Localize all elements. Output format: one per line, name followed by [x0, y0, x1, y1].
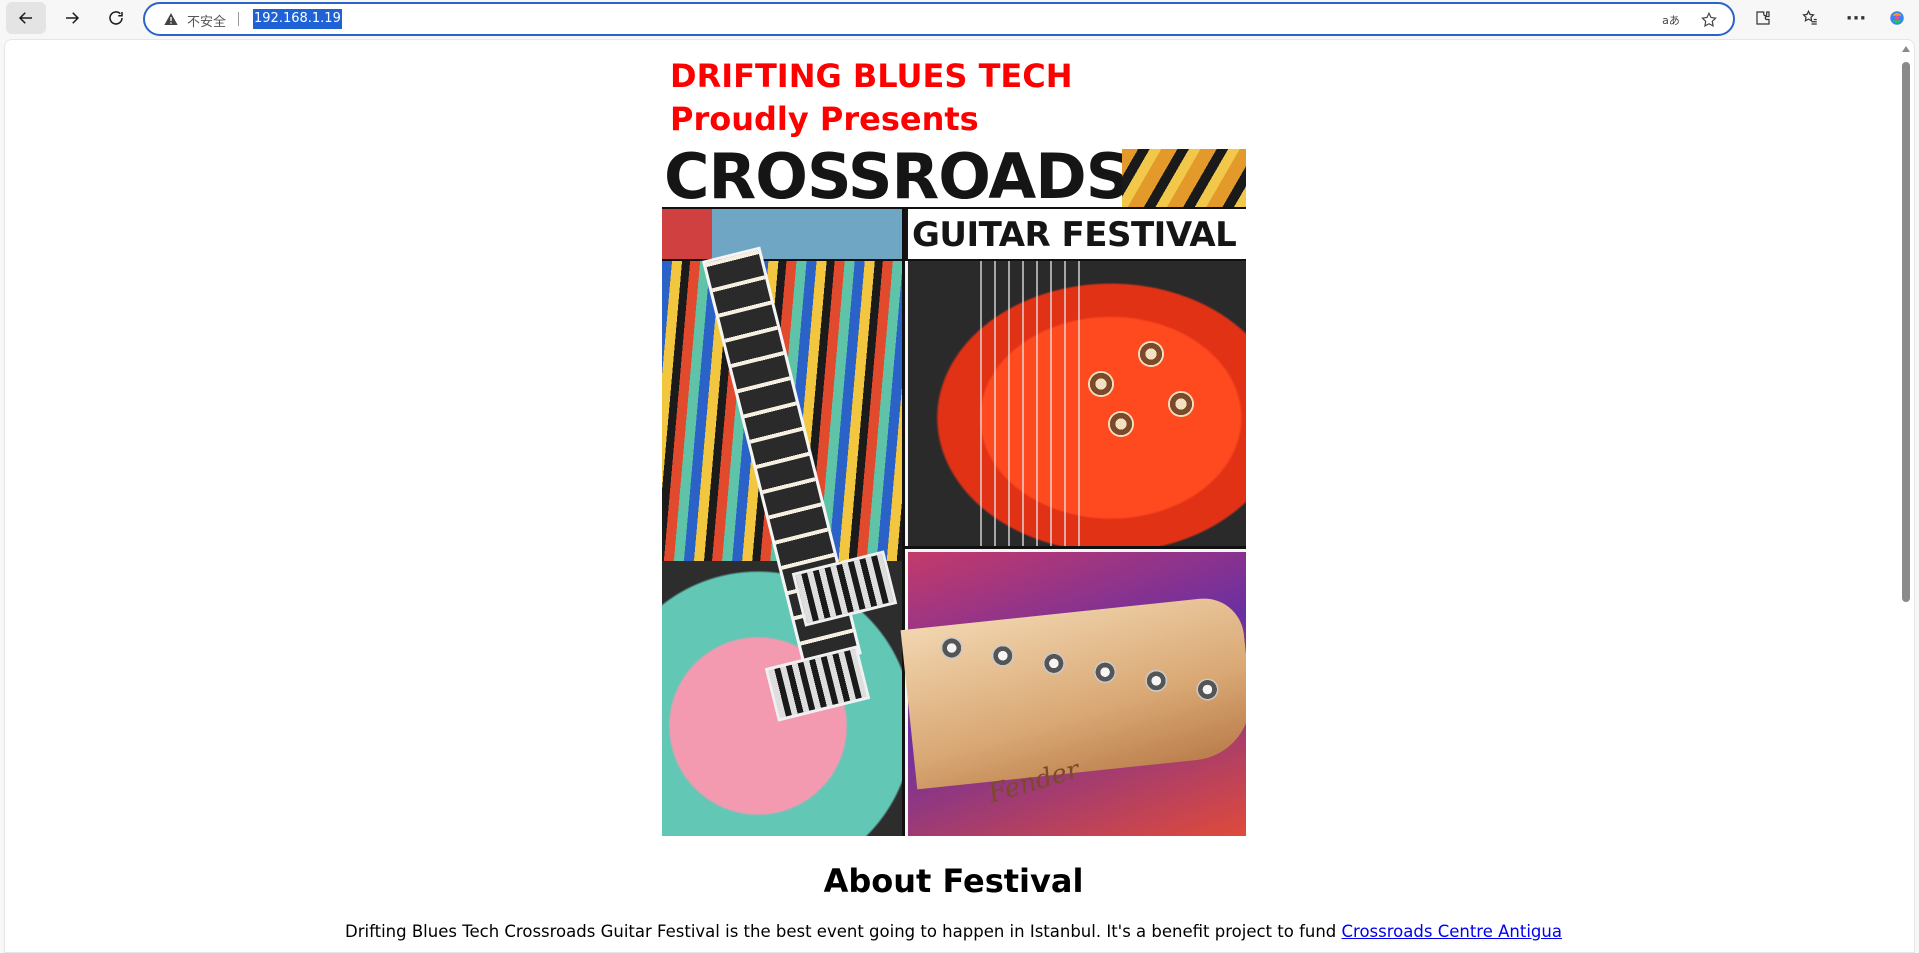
guitar-tuner-art [1041, 651, 1066, 676]
about-heading: About Festival [823, 862, 1084, 900]
browser-toolbar: 不安全 192.168.1.19 aあ ··· [0, 0, 1919, 37]
security-status-label[interactable]: 不安全 [187, 11, 226, 30]
address-divider [238, 12, 239, 26]
guitar-tuner-art [1144, 668, 1169, 693]
guitar-headstock-art: Fender [900, 594, 1246, 809]
poster-title: CROSSROADS [664, 149, 1130, 213]
vertical-scrollbar[interactable] [1900, 46, 1912, 952]
guitar-knob-art [1138, 341, 1164, 367]
guitar-knob-art [1088, 371, 1114, 397]
guitar-knob-art [1108, 411, 1134, 437]
guitar-tuner-art [1092, 660, 1118, 685]
warning-icon[interactable] [163, 11, 179, 27]
poster-subtitle: GUITAR FESTIVAL [912, 215, 1237, 255]
festival-poster-image: CROSSROADS GUITAR FESTIVAL Fender [662, 149, 1246, 836]
reload-icon [109, 11, 123, 25]
guitar-strings-art [968, 261, 1088, 546]
fender-logo-art: Fender [984, 754, 1083, 810]
back-button[interactable] [6, 2, 46, 34]
poster-panel-headstock: Fender [900, 549, 1246, 836]
favorites-icon[interactable] [1799, 7, 1821, 29]
copilot-icon[interactable] [1886, 7, 1908, 29]
extensions-icon[interactable] [1752, 7, 1774, 29]
back-arrow-icon [18, 12, 32, 24]
reload-button[interactable] [96, 2, 136, 34]
translate-icon[interactable]: aあ [1661, 10, 1681, 30]
crossroads-centre-link[interactable]: Crossroads Centre Antigua [1342, 922, 1562, 941]
forward-button[interactable] [52, 2, 92, 34]
scroll-up-arrow-icon[interactable] [1902, 46, 1910, 52]
page-viewport: DRIFTING BLUES TECH Proudly Presents CRO… [4, 39, 1915, 953]
about-text: Drifting Blues Tech Crossroads Guitar Fe… [345, 922, 1342, 941]
star-icon[interactable] [1699, 10, 1719, 30]
guitar-tuner-art [990, 643, 1015, 668]
forward-arrow-icon [66, 12, 80, 24]
more-icon[interactable]: ··· [1845, 7, 1867, 29]
promo-heading-line2: Proudly Presents [670, 100, 979, 138]
poster-panel-red-guitar [905, 261, 1246, 546]
guitar-knob-art [1168, 391, 1194, 417]
poster-subtitle-band: GUITAR FESTIVAL [905, 209, 1246, 259]
promo-heading-line1: DRIFTING BLUES TECH [670, 57, 1073, 95]
guitar-tuner-art [939, 635, 964, 661]
address-bar[interactable]: 不安全 192.168.1.19 aあ [143, 2, 1735, 36]
guitar-tuner-art [1195, 677, 1220, 702]
poster-panel-guitar-body [662, 246, 902, 836]
page-content: DRIFTING BLUES TECH Proudly Presents CRO… [5, 40, 1902, 952]
about-paragraph: Drifting Blues Tech Crossroads Guitar Fe… [5, 922, 1902, 941]
scroll-thumb[interactable] [1902, 62, 1910, 602]
url-input[interactable]: 192.168.1.19 [253, 9, 342, 29]
poster-stripe-art [1122, 149, 1246, 207]
poster-band-art [662, 209, 902, 259]
